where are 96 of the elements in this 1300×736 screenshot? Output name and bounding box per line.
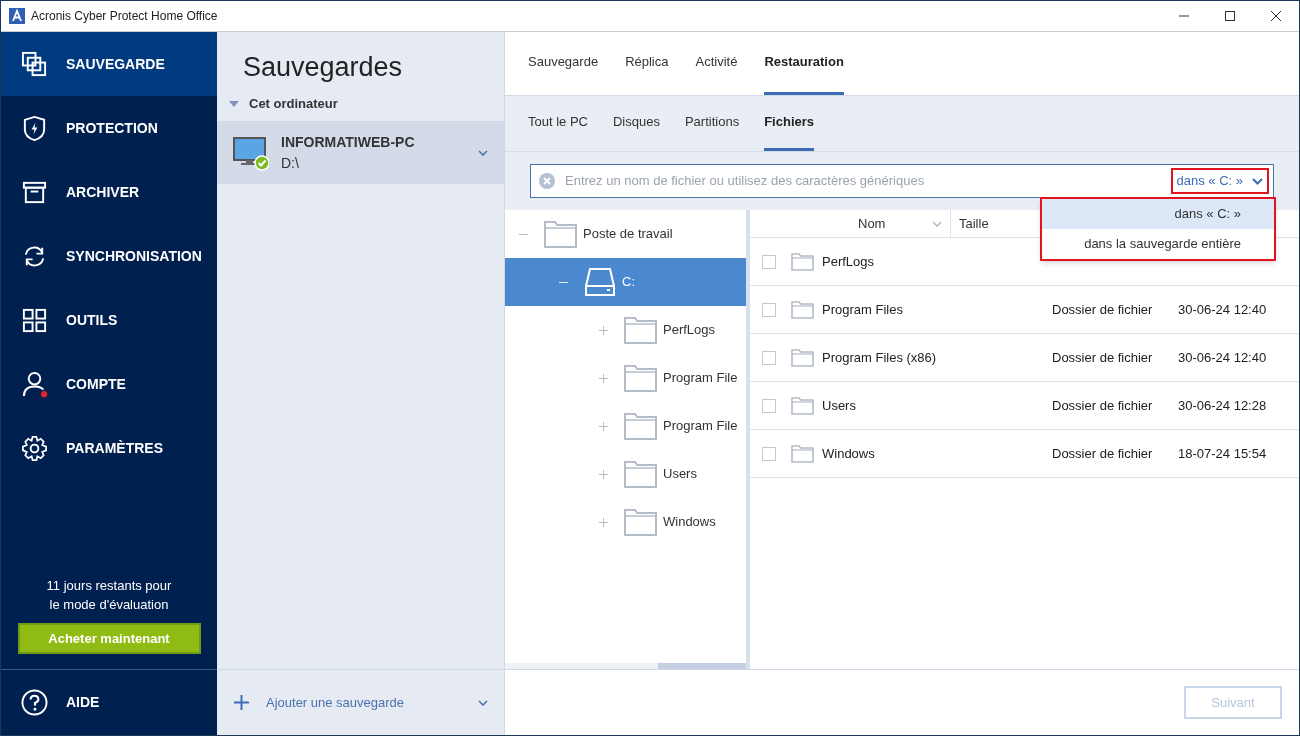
nav-item[interactable]: COMPTE (1, 352, 217, 416)
table-cell-text: Dossier de fichier (1052, 396, 1154, 415)
folder-icon (544, 220, 577, 248)
tree-label: Users (663, 465, 697, 484)
checkbox[interactable] (762, 254, 776, 269)
maximize-icon (1225, 11, 1235, 21)
folder-icon (624, 460, 657, 488)
checkbox[interactable] (762, 446, 776, 461)
nav-item[interactable]: ARCHIVER (1, 160, 217, 224)
tab[interactable]: Réplica (625, 32, 669, 95)
tree-item[interactable]: C: (505, 258, 746, 306)
backup-location: D:\ (281, 153, 300, 173)
menu-item[interactable]: dans la sauvegarde entière (1042, 229, 1274, 259)
tab[interactable]: Tout le PC (528, 96, 588, 151)
table-cell-text: 30-06-24 12:40 (1178, 300, 1267, 319)
tree-item[interactable]: Program File (505, 402, 746, 450)
clear-icon[interactable] (539, 173, 555, 189)
table-cell-text: Dossier de fichier (1052, 300, 1154, 319)
tree-label: Windows (663, 513, 716, 532)
drive-icon (584, 266, 616, 298)
nav-item[interactable]: SYNCHRONISATION (1, 224, 217, 288)
table-cell-text: 30-06-24 12:40 (1178, 348, 1267, 367)
tree-item[interactable]: Program File (505, 354, 746, 402)
settings-icon (21, 434, 48, 462)
file-name: PerfLogs (822, 252, 876, 271)
group-label: Cet ordinateur (249, 95, 338, 114)
tree-label: Poste de travail (583, 225, 673, 244)
table-cell-text: 18-07-24 15:54 (1178, 444, 1267, 463)
folder-icon (624, 364, 657, 392)
tab[interactable]: Activité (695, 32, 738, 95)
panel-title: Sauvegardes (243, 51, 404, 84)
table-cell-text: Dossier de fichier (1052, 444, 1154, 463)
tree-label: PerfLogs (663, 321, 716, 340)
scope-dropdown[interactable]: dans « C: » (1170, 168, 1269, 194)
tree-label: Program File (663, 369, 738, 388)
nav-item[interactable]: PROTECTION (1, 96, 217, 160)
nav-item[interactable]: PARAMÈTRES (1, 416, 217, 480)
column-header[interactable]: Taille (959, 213, 989, 234)
column-header[interactable]: Nom (750, 209, 951, 238)
tree-item[interactable]: Poste de travail (505, 210, 746, 258)
expand-icon[interactable] (599, 517, 608, 527)
checkbox[interactable] (762, 302, 776, 317)
folder-icon (624, 316, 657, 344)
computer-icon (233, 134, 269, 171)
backup-item[interactable]: INFORMATIWEB-PC D:\ (217, 121, 504, 184)
table-cell-text: Dossier de fichier (1052, 348, 1154, 367)
chevron-down-icon[interactable] (478, 699, 488, 706)
menu-item[interactable]: dans « C: » (1042, 199, 1274, 229)
nav-item[interactable]: SAUVEGARDE (1, 32, 217, 96)
file-name: Program Files (822, 300, 904, 319)
checkbox[interactable] (762, 350, 776, 365)
tab[interactable]: Sauvegarde (528, 32, 599, 95)
nav-item[interactable]: OUTILS (1, 288, 217, 352)
tab[interactable]: Fichiers (764, 96, 814, 151)
tree-item[interactable]: Windows (505, 498, 746, 546)
search-field[interactable]: Entrez un nom de fichier ou utilisez des caractères génériques dans « C: » (530, 164, 1274, 198)
tab[interactable]: Partitions (684, 96, 740, 151)
expand-icon[interactable] (599, 373, 608, 383)
folder-icon (624, 508, 657, 536)
tree-label: C: (622, 273, 635, 292)
expand-icon[interactable] (599, 421, 608, 431)
folder-icon (791, 348, 814, 367)
folder-icon (791, 252, 814, 271)
sort-icon (932, 220, 942, 227)
trial-text: 11 jours restants pour le mode d'évaluation (46, 577, 172, 614)
folder-icon (791, 444, 814, 463)
user-icon (21, 370, 48, 398)
expand-icon[interactable] (599, 325, 608, 335)
folder-icon (624, 412, 657, 440)
window-title: Acronis Cyber Protect Home Office (31, 8, 218, 25)
backup-icon (21, 50, 48, 78)
checkbox[interactable] (762, 398, 776, 413)
chevron-down-icon[interactable] (478, 149, 488, 156)
folder-icon (791, 396, 814, 415)
tab[interactable]: Disques (613, 96, 660, 151)
tree-item[interactable]: PerfLogs (505, 306, 746, 354)
expand-icon[interactable] (599, 469, 608, 479)
backup-name: INFORMATIWEB-PC (281, 132, 415, 152)
close-icon (1271, 11, 1281, 21)
shield-icon (21, 114, 48, 142)
table-cell-text: 30-06-24 12:28 (1178, 396, 1267, 415)
tree-label: Program File (663, 417, 738, 436)
file-name: Windows (822, 444, 876, 463)
folder-icon (791, 300, 814, 319)
add-backup-button[interactable]: Ajouter une sauvegarde (266, 692, 405, 713)
file-name: Users (822, 396, 857, 415)
scrollbar[interactable] (505, 663, 746, 669)
chevron-down-icon (1252, 177, 1263, 185)
help-icon (21, 689, 48, 716)
add-icon (234, 695, 249, 710)
app-logo-icon (9, 8, 25, 24)
help-button[interactable]: AIDE (66, 692, 100, 713)
file-name: Program Files (x86) (822, 348, 938, 367)
collapse-icon[interactable] (229, 101, 239, 107)
tree-item[interactable]: Users (505, 450, 746, 498)
grid-icon (21, 306, 48, 334)
